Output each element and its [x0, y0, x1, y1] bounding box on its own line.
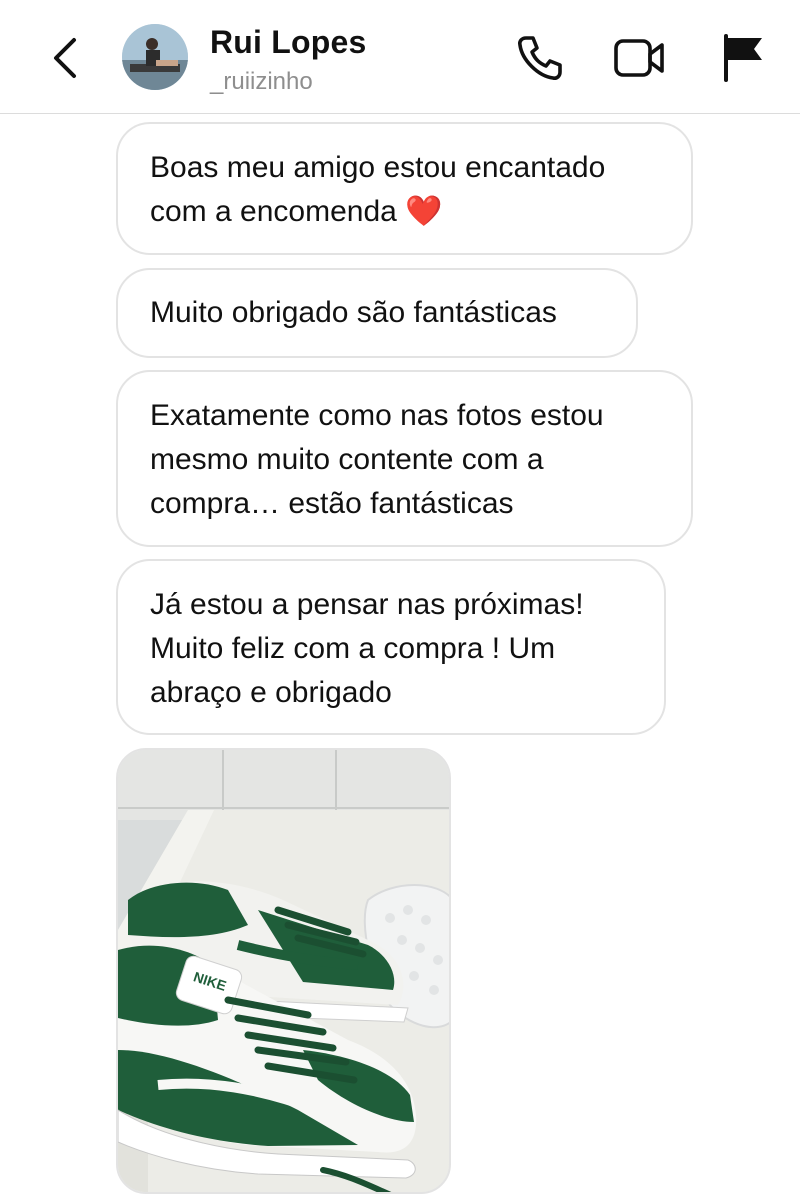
message-line: Boas meu amigo estou encantado	[150, 151, 606, 184]
sneaker-photo: NIKE	[118, 750, 449, 1192]
image-message[interactable]: NIKE	[116, 748, 451, 1194]
chevron-left-icon	[54, 38, 76, 78]
message-bubble[interactable]: Exatamente como nas fotos estou mesmo mu…	[116, 370, 693, 547]
message-bubble[interactable]: Boas meu amigo estou encantado com a enc…	[116, 122, 693, 255]
message-line: com a encomenda ❤️	[150, 195, 443, 228]
contact-username: _ruiizinho	[210, 68, 313, 95]
message-line: Já estou a pensar nas próximas!	[150, 588, 584, 621]
message-line: Muito feliz com a compra ! Um	[150, 632, 556, 665]
video-call-button[interactable]	[612, 30, 668, 86]
phone-icon	[518, 36, 562, 80]
call-button[interactable]	[512, 30, 568, 86]
report-button[interactable]	[714, 30, 770, 86]
message-bubble[interactable]: Muito obrigado são fantásticas	[116, 268, 638, 358]
message-line: Muito obrigado são fantásticas	[150, 296, 557, 329]
message-line: mesmo muito contente com a	[150, 443, 544, 476]
back-button[interactable]	[44, 30, 88, 86]
message-bubble[interactable]: Já estou a pensar nas próximas! Muito fe…	[116, 559, 666, 735]
flag-icon	[724, 34, 762, 82]
avatar[interactable]	[122, 24, 188, 90]
chat-header: Rui Lopes _ruiizinho	[0, 0, 800, 114]
message-line: Exatamente como nas fotos estou	[150, 399, 604, 432]
video-camera-icon	[614, 39, 664, 77]
contact-name[interactable]: Rui Lopes	[210, 24, 366, 61]
message-line: abraço e obrigado	[150, 676, 392, 709]
avatar-photo	[122, 24, 188, 90]
message-line: compra… estão fantásticas	[150, 487, 514, 520]
